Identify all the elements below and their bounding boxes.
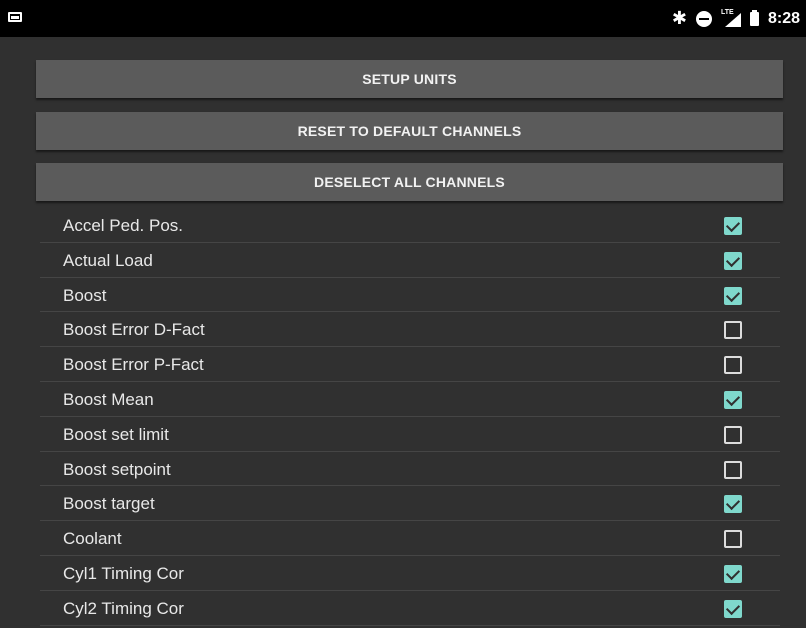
checkbox-checked[interactable] [724, 251, 742, 270]
channel-row[interactable]: Boost Error D-Fact [40, 312, 780, 348]
bluetooth-icon: ✱ [671, 7, 687, 29]
checkbox-checked[interactable] [724, 495, 742, 514]
channel-label: Cyl1 Timing Cor [63, 563, 184, 583]
channel-row[interactable]: Boost [40, 278, 780, 313]
setup-units-button[interactable]: SETUP UNITS [36, 60, 783, 98]
channel-list: Accel Ped. Pos. Actual Load Boost Boost Err… [40, 208, 780, 626]
channel-label: Boost [63, 285, 107, 305]
channel-row[interactable]: Boost setpoint [40, 452, 780, 487]
checkbox-checked[interactable] [724, 390, 742, 409]
image-icon [8, 12, 22, 22]
checkbox-unchecked[interactable] [724, 356, 742, 375]
channel-label: Boost Error D-Fact [63, 320, 205, 340]
channel-row[interactable]: Cyl2 Timing Cor [40, 591, 780, 626]
channel-label: Coolant [63, 529, 122, 549]
channel-label: Accel Ped. Pos. [63, 216, 184, 235]
reset-default-channels-button[interactable]: RESET TO DEFAULT CHANNELS [36, 112, 783, 150]
checkbox-unchecked[interactable] [724, 460, 742, 479]
lte-signal-icon: LTE [721, 9, 741, 27]
status-bar: ✱ LTE 8:28 [0, 0, 806, 37]
checkbox-checked[interactable] [724, 564, 742, 583]
clock-time: 8:28 [767, 9, 800, 27]
channel-row[interactable]: Boost Error P-Fact [40, 347, 780, 382]
status-icons: ✱ LTE 8:28 [672, 0, 800, 37]
channel-row[interactable]: Accel Ped. Pos. [40, 208, 780, 243]
channel-label: Boost setpoint [63, 459, 171, 479]
checkbox-unchecked[interactable] [724, 321, 742, 340]
checkbox-unchecked[interactable] [724, 425, 742, 444]
channel-label: Boost Mean [63, 389, 154, 409]
channel-label: Boost Error P-Fact [63, 355, 204, 375]
channel-row[interactable]: Boost set limit [40, 417, 780, 452]
checkbox-checked[interactable] [724, 599, 742, 618]
channel-row[interactable]: Boost Mean [40, 382, 780, 417]
channel-label: Boost set limit [63, 424, 169, 444]
checkbox-checked[interactable] [724, 217, 742, 235]
channel-label: Actual Load [63, 250, 153, 270]
deselect-all-channels-button[interactable]: DESELECT ALL CHANNELS [36, 163, 783, 201]
checkbox-unchecked[interactable] [724, 530, 742, 549]
checkbox-checked[interactable] [724, 286, 742, 305]
channel-label: Boost target [63, 494, 155, 514]
channel-row[interactable]: Coolant [40, 521, 780, 556]
channel-row[interactable]: Cyl1 Timing Cor [40, 556, 780, 591]
battery-icon [749, 9, 759, 26]
channel-row[interactable]: Boost target [40, 486, 780, 522]
channel-row[interactable]: Actual Load [40, 243, 780, 278]
do-not-disturb-icon [695, 10, 712, 27]
channel-label: Cyl2 Timing Cor [63, 598, 184, 618]
